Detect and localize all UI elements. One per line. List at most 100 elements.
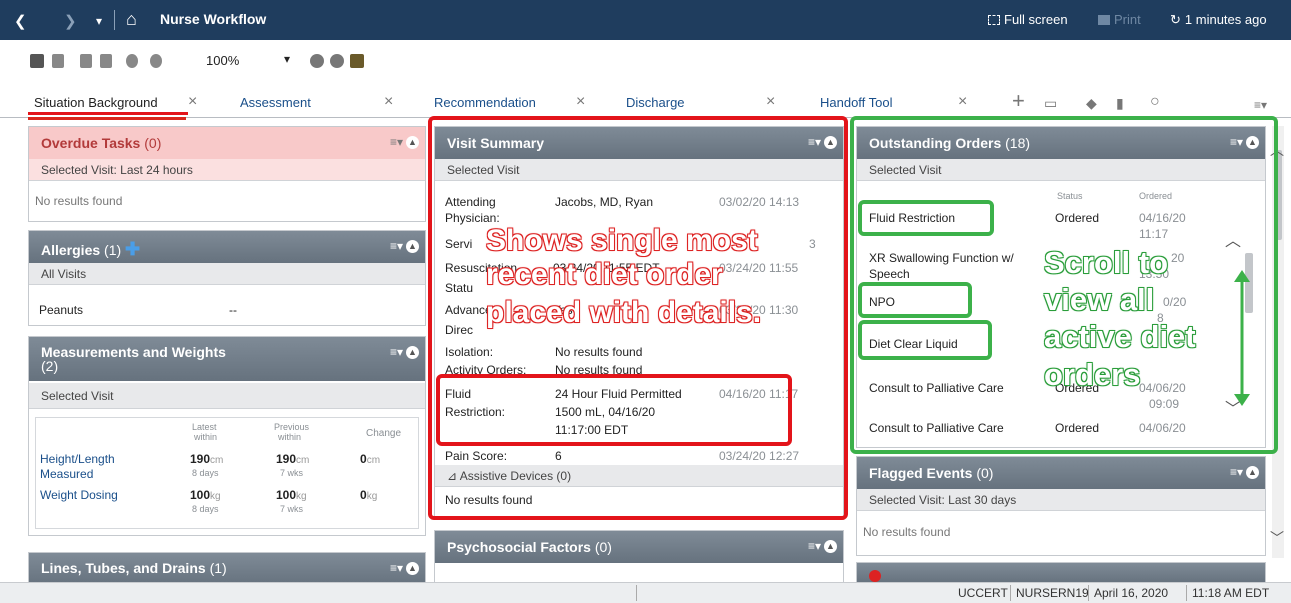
latest-value: 100kg [190, 488, 221, 502]
annotation-line: active diet [1044, 319, 1196, 355]
value: 100 [276, 488, 297, 502]
empty-message: No results found [863, 525, 951, 539]
unit: kg [366, 491, 378, 502]
tab-situation-background[interactable]: Situation Background [34, 95, 158, 110]
inbox-icon[interactable]: ▭ [1044, 95, 1057, 112]
add-allergy-icon[interactable]: ✚ [125, 239, 140, 259]
bookmark-icon[interactable]: ▮ [1116, 95, 1124, 112]
diet-clear-liquid-highlight [858, 320, 992, 360]
previous-value: 190cm [276, 452, 309, 466]
tab-recommendation[interactable]: Recommendation [434, 95, 536, 110]
print-icon [1098, 15, 1110, 25]
active-tab-indicator [28, 117, 186, 120]
tab-menu-icon[interactable]: ≡▾ [1254, 98, 1267, 112]
page-scroll-down-icon[interactable]: ﹀ [1270, 528, 1284, 548]
divider [1186, 585, 1187, 601]
history-dropdown-icon[interactable]: ▾ [96, 14, 102, 28]
search-icon[interactable]: ○ [1150, 93, 1160, 111]
divider [636, 585, 637, 601]
unit: cm [366, 455, 381, 466]
panel-header[interactable] [857, 563, 1265, 583]
previous-value: 100kg [276, 488, 307, 502]
allergy-name[interactable]: Peanuts [39, 303, 83, 317]
panel-header[interactable]: Allergies (1) ✚ ≡▾ ▲ [29, 231, 425, 263]
close-icon[interactable]: × [958, 93, 967, 111]
add-icon[interactable]: + [1012, 88, 1025, 114]
zoom-out-icon[interactable] [126, 54, 138, 68]
unit: kg [296, 491, 307, 502]
annotation-line: Scroll to [1044, 245, 1169, 280]
overdue-tasks-panel: Overdue Tasks (0) ≡▾ ▲ Selected Visit: L… [28, 126, 426, 222]
value: 100 [190, 488, 211, 502]
zoom-dropdown-icon[interactable]: ▾ [284, 52, 290, 66]
back-icon[interactable]: ❮ [14, 12, 27, 30]
collapse-icon[interactable]: ▲ [1246, 466, 1259, 479]
panel-subheader: Selected Visit [29, 383, 425, 409]
allergies-panel: Allergies (1) ✚ ≡▾ ▲ All Visits Peanuts … [28, 230, 426, 326]
collapse-icon[interactable]: ▲ [406, 562, 419, 575]
col-previous: Previous [274, 422, 310, 432]
date-label: April 16, 2020 [1094, 586, 1169, 600]
toolbar: 100% ▾ [0, 50, 600, 74]
home-icon[interactable]: ⌂ [126, 9, 137, 30]
copy-icon[interactable] [100, 54, 112, 68]
tab-bar: Situation Background × Assessment × Reco… [0, 88, 1291, 118]
value: 190 [276, 452, 297, 466]
panel-title: Lines, Tubes, and Drains [41, 560, 206, 576]
annotation-line: view all [1044, 282, 1155, 318]
panel-menu-icon[interactable]: ≡▾ [390, 345, 403, 359]
collapse-icon[interactable]: ▲ [406, 346, 419, 359]
panel-count: (2) [41, 358, 59, 374]
time-label: 11:18 AM EDT [1192, 586, 1270, 600]
panel-subheader: Selected Visit: Last 24 hours [29, 159, 425, 181]
stop-icon[interactable] [310, 54, 324, 68]
panel-header[interactable]: Lines, Tubes, and Drains (1) ≡▾ ▲ [29, 553, 425, 585]
col-change: Change [366, 428, 402, 439]
zoom-in-icon[interactable] [150, 54, 162, 68]
panel-header[interactable]: Psychosocial Factors (0) ≡▾ ▲ [435, 531, 843, 563]
measurement-label-sub[interactable]: Measured [40, 467, 93, 481]
close-icon[interactable]: × [766, 93, 775, 111]
zoom-level[interactable]: 100% [206, 53, 239, 68]
reload-icon[interactable] [330, 54, 344, 68]
panel-title: Psychosocial Factors [447, 539, 591, 555]
close-icon[interactable]: × [576, 93, 585, 111]
panel-menu-icon[interactable]: ≡▾ [1230, 465, 1243, 479]
collapse-icon[interactable]: ▲ [406, 136, 419, 149]
print-preview-icon[interactable] [80, 54, 92, 68]
full-screen-button[interactable]: Full screen [988, 12, 1068, 27]
close-icon[interactable]: × [384, 93, 393, 111]
measurement-label[interactable]: Height/Length [40, 452, 115, 466]
panel-menu-icon[interactable]: ≡▾ [390, 135, 403, 149]
print-button[interactable]: Print [1098, 12, 1141, 27]
tab-highlight [28, 112, 188, 115]
panel-menu-icon[interactable]: ≡▾ [808, 539, 821, 553]
fluid-restriction-highlight [436, 374, 792, 446]
status-bar: UCCERT NURSERN19 April 16, 2020 11:18 AM… [0, 582, 1291, 603]
measurement-label[interactable]: Weight Dosing [40, 488, 118, 502]
tag-icon[interactable]: ◆ [1086, 95, 1097, 112]
refresh-button[interactable]: ↻ 1 minutes ago [1170, 12, 1267, 28]
panel-header[interactable]: Measurements and Weights (2) ≡▾ ▲ [29, 337, 425, 381]
document-icon[interactable] [52, 54, 64, 68]
panel-count: (0) [144, 135, 162, 151]
collapse-icon[interactable]: ▲ [406, 240, 419, 253]
find-icon[interactable] [30, 54, 44, 68]
user-label: NURSERN19 [1016, 586, 1089, 600]
collapse-icon[interactable]: ▲ [824, 540, 837, 553]
col-latest-sub: within [194, 432, 218, 442]
allergy-value: -- [229, 303, 237, 317]
annotation-line: orders [1044, 356, 1141, 392]
panel-menu-icon[interactable]: ≡▾ [390, 561, 403, 575]
tab-discharge[interactable]: Discharge [626, 95, 685, 110]
tab-assessment[interactable]: Assessment [240, 95, 311, 110]
panel-header[interactable]: Overdue Tasks (0) ≡▾ ▲ [29, 127, 425, 159]
latest-age: 8 days [192, 468, 219, 478]
tab-handoff-tool[interactable]: Handoff Tool [820, 95, 893, 110]
home-page-icon[interactable] [350, 54, 364, 68]
panel-menu-icon[interactable]: ≡▾ [390, 239, 403, 253]
panel-header[interactable]: Flagged Events (0) ≡▾ ▲ [857, 457, 1265, 489]
latest-age: 8 days [192, 504, 219, 514]
close-icon[interactable]: × [188, 93, 197, 111]
forward-icon[interactable]: ❯ [64, 12, 77, 30]
